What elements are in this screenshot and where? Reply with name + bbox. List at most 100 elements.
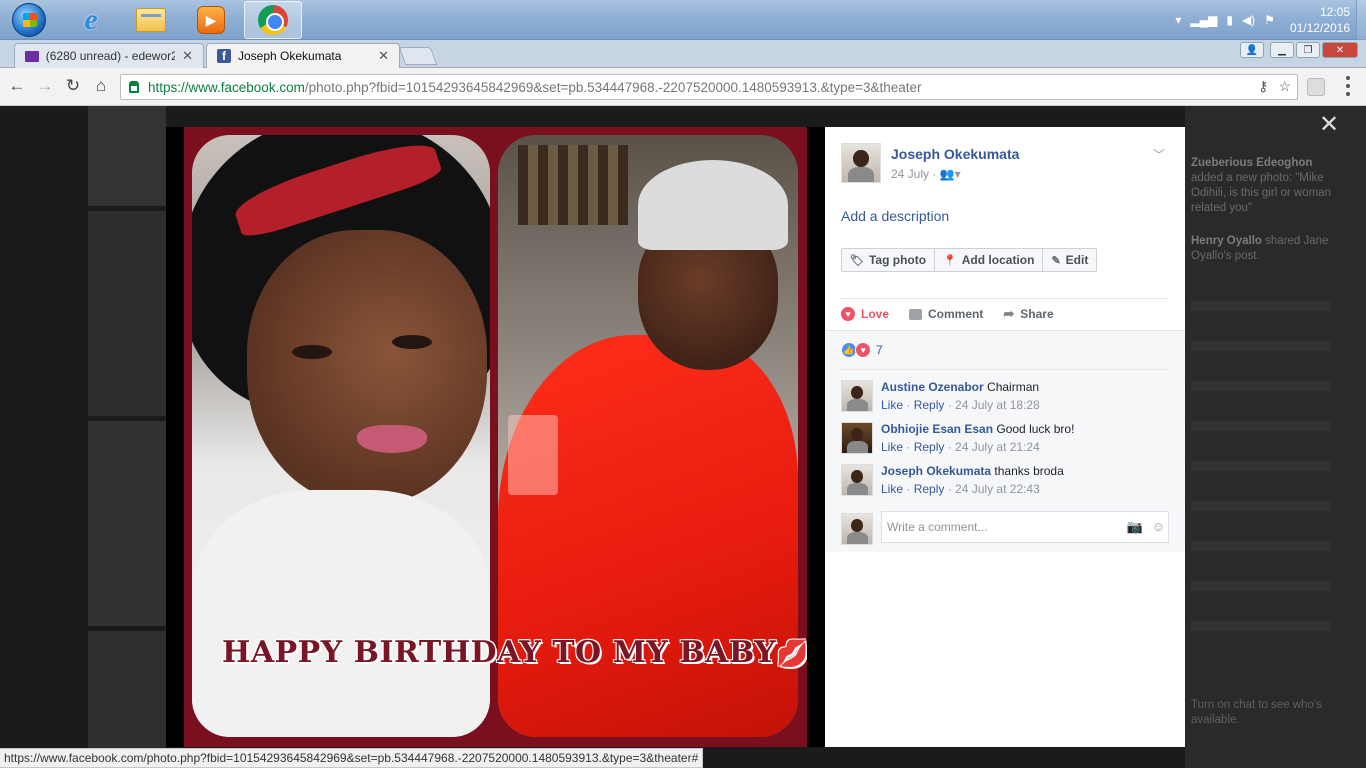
photo[interactable]: HAPPY BIRTHDAY TO MY BABY💋 xyxy=(184,127,807,747)
add-description-link[interactable]: Add a description xyxy=(841,208,949,224)
feed-text: added a new photo: "Mike Odihili, is thi… xyxy=(1191,172,1331,214)
tab-facebook[interactable]: f Joseph Okekumata ✕ xyxy=(206,43,400,68)
commenter-avatar[interactable] xyxy=(841,422,873,454)
edit-button[interactable]: ✎ Edit xyxy=(1043,248,1098,272)
reply-link[interactable]: Reply xyxy=(914,440,945,454)
commenter-avatar[interactable] xyxy=(841,380,873,412)
back-button[interactable]: ← xyxy=(6,75,28,97)
taskbar-file-explorer[interactable] xyxy=(122,1,180,39)
reaction-summary[interactable]: 👍 ♥ 7 xyxy=(841,342,883,358)
share-button[interactable]: ➦ Share xyxy=(1003,306,1053,322)
love-button[interactable]: ♥ Love xyxy=(841,307,889,321)
feed-name: Henry Oyallo xyxy=(1191,235,1262,247)
menu-button[interactable] xyxy=(1345,76,1351,96)
url-host: https://www.facebook.com xyxy=(148,79,305,95)
photo-action-buttons: 🏷 Tag photo 📍 Add location ✎ Edit xyxy=(841,248,1098,272)
comment-time[interactable]: 24 July at 18:28 xyxy=(955,398,1040,412)
star-icon[interactable]: ☆ xyxy=(1278,78,1291,95)
commenter-name[interactable]: Austine Ozenabor xyxy=(881,380,984,394)
extension-icon[interactable] xyxy=(1307,78,1325,96)
close-theater-button[interactable]: ✕ xyxy=(1318,113,1340,137)
tag-photo-button[interactable]: 🏷 Tag photo xyxy=(841,248,936,272)
tab-label: Joseph Okekumata xyxy=(238,49,342,63)
share-icon: ➦ xyxy=(1003,306,1015,321)
pencil-icon: ✎ xyxy=(1051,254,1061,267)
address-bar[interactable]: https://www.facebook.com/photo.php?fbid=… xyxy=(120,74,1298,100)
signal-icon[interactable]: ▂▄▆ xyxy=(1190,13,1217,27)
photo-info-panel: Joseph Okekumata 24 July · 👥▾ ﹀ Add a de… xyxy=(825,127,1185,747)
like-link[interactable]: Like xyxy=(881,398,903,412)
post-date-text[interactable]: 24 July xyxy=(891,167,929,181)
restore-button[interactable]: ❐ xyxy=(1296,42,1320,58)
tab-label: (6280 unread) - edewor2 xyxy=(45,49,176,63)
internet-explorer-icon: e xyxy=(84,3,98,36)
mail-icon xyxy=(25,50,39,62)
comment-time[interactable]: 24 July at 21:24 xyxy=(955,440,1040,454)
comment: Joseph Okekumata thanks broda Like · Rep… xyxy=(841,461,1171,501)
audience-icon[interactable]: 👥▾ xyxy=(940,167,961,181)
comment-time[interactable]: 24 July at 22:43 xyxy=(955,482,1040,496)
reply-link[interactable]: Reply xyxy=(914,398,945,412)
like-link[interactable]: Like xyxy=(881,440,903,454)
love-label: Love xyxy=(861,307,890,321)
chevron-down-icon[interactable]: ﹀ xyxy=(1153,146,1165,163)
emoji-icon[interactable]: ☺ xyxy=(1152,519,1165,535)
flag-icon[interactable]: ⚑ xyxy=(1264,13,1275,27)
caption-text: HAPPY BIRTHDAY TO MY BABY xyxy=(222,635,777,670)
home-button[interactable]: ⌂ xyxy=(90,75,112,97)
facebook-theater-page: Zueberious Edeoghon added a new photo: "… xyxy=(0,106,1366,768)
divider xyxy=(841,369,1169,370)
own-avatar xyxy=(841,513,873,545)
close-window-button[interactable]: ✕ xyxy=(1322,42,1358,58)
chat-row xyxy=(1191,541,1331,551)
clock-time: 12:05 xyxy=(1319,5,1350,19)
clock-date: 01/12/2016 xyxy=(1289,21,1350,35)
commenter-avatar[interactable] xyxy=(841,464,873,496)
tab-mail[interactable]: (6280 unread) - edewor2 ✕ xyxy=(14,43,204,68)
close-tab-icon[interactable]: ✕ xyxy=(378,48,389,64)
reply-link[interactable]: Reply xyxy=(914,482,945,496)
comment-text: Good luck bro! xyxy=(996,422,1075,436)
comment-input-icons: 📷 ☺ xyxy=(1127,519,1165,535)
forward-button[interactable]: → xyxy=(34,75,56,97)
heart-icon: ♥ xyxy=(841,307,855,321)
new-tab-button[interactable] xyxy=(398,47,438,65)
add-location-button[interactable]: 📍 Add location xyxy=(935,248,1044,272)
camera-icon[interactable]: 📷 xyxy=(1127,519,1143,535)
comment: Obhiojie Esan Esan Good luck bro! Like ·… xyxy=(841,419,1171,459)
chat-row xyxy=(1191,621,1331,631)
comment-meta: Like · Reply · 24 July at 18:28 xyxy=(881,398,1040,412)
system-tray: ▾ ▂▄▆ ▮ ◀) ⚑ 12:05 01/12/2016 xyxy=(1175,0,1366,40)
profile-icon[interactable]: 👤 xyxy=(1240,42,1264,58)
folder-icon xyxy=(136,8,166,32)
taskbar-media-player[interactable]: ▶ xyxy=(182,1,240,39)
chat-hint: Turn on chat to see who's available. xyxy=(1191,699,1322,726)
tag-icon: 🏷 xyxy=(850,254,864,267)
clock[interactable]: 12:05 01/12/2016 xyxy=(1290,4,1350,36)
battery-icon[interactable]: ▮ xyxy=(1226,13,1233,27)
minimize-button[interactable]: ▁ xyxy=(1270,42,1294,58)
volume-icon[interactable]: ◀) xyxy=(1242,13,1255,27)
comment-meta: Like · Reply · 24 July at 21:24 xyxy=(881,440,1040,454)
tray-expand-icon[interactable]: ▾ xyxy=(1175,13,1181,27)
reload-button[interactable]: ↻ xyxy=(62,75,84,97)
commenter-name[interactable]: Obhiojie Esan Esan xyxy=(881,422,993,436)
facebook-icon: f xyxy=(217,49,231,63)
author-avatar[interactable] xyxy=(841,143,881,183)
author-name[interactable]: Joseph Okekumata xyxy=(891,146,1019,162)
taskbar-ie[interactable]: e xyxy=(62,1,120,39)
location-pin-icon: 📍 xyxy=(943,254,957,267)
taskbar-chrome[interactable] xyxy=(244,1,302,39)
comment-button[interactable]: Comment xyxy=(909,307,983,321)
post-date: 24 July · 👥▾ xyxy=(891,167,961,181)
photo-stage[interactable]: HAPPY BIRTHDAY TO MY BABY💋 xyxy=(166,127,825,747)
key-icon[interactable]: ⚷ xyxy=(1258,78,1268,95)
like-link[interactable]: Like xyxy=(881,482,903,496)
commenter-name[interactable]: Joseph Okekumata xyxy=(881,464,991,478)
omnibox-actions: ⚷ ☆ xyxy=(1258,78,1291,95)
show-desktop-button[interactable] xyxy=(1356,0,1366,40)
start-button[interactable] xyxy=(0,1,58,39)
chrome-icon xyxy=(258,5,288,35)
love-reaction-icon: ♥ xyxy=(855,342,871,358)
close-tab-icon[interactable]: ✕ xyxy=(182,48,193,64)
